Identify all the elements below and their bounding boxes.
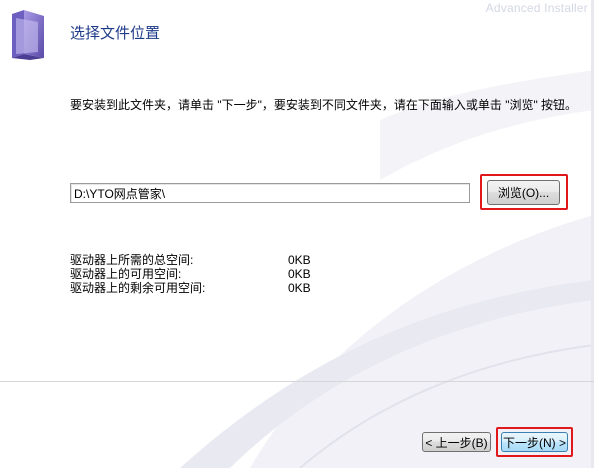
page-title: 选择文件位置 bbox=[70, 25, 161, 42]
space-row-available: 驱动器上的可用空间: 0KB bbox=[70, 267, 328, 281]
background-swoosh bbox=[0, 0, 594, 468]
space-row-remaining: 驱动器上的剩余可用空间: 0KB bbox=[70, 281, 328, 295]
install-path-field[interactable] bbox=[70, 183, 470, 203]
browse-button[interactable]: 浏览(O)... bbox=[487, 180, 560, 205]
footer-divider bbox=[0, 381, 594, 382]
space-row-required: 驱动器上所需的总空间: 0KB bbox=[70, 253, 328, 267]
next-button[interactable]: 下一步(N) > bbox=[501, 432, 568, 452]
folder-icon bbox=[12, 10, 44, 60]
space-label: 驱动器上所需的总空间: bbox=[70, 253, 194, 267]
space-value: 0KB bbox=[288, 253, 311, 267]
watermark-text: Advanced Installer bbox=[485, 1, 588, 15]
disk-space-info: 驱动器上所需的总空间: 0KB 驱动器上的可用空间: 0KB 驱动器上的剩余可用… bbox=[70, 253, 328, 295]
space-label: 驱动器上的可用空间: bbox=[70, 267, 182, 281]
space-value: 0KB bbox=[288, 281, 311, 295]
space-value: 0KB bbox=[288, 267, 311, 281]
instruction-text: 要安装到此文件夹，请单击 "下一步"，要安装到不同文件夹，请在下面输入或单击 "… bbox=[70, 98, 578, 112]
back-button[interactable]: < 上一步(B) bbox=[422, 432, 491, 452]
space-label: 驱动器上的剩余可用空间: bbox=[70, 281, 206, 295]
